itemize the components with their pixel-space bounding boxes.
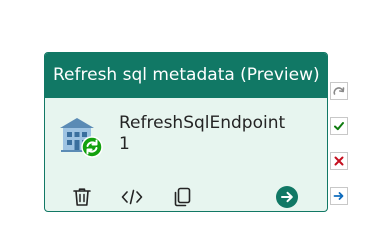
on-failure-connector[interactable] (330, 152, 348, 170)
view-code-button[interactable] (119, 184, 145, 210)
code-icon (121, 189, 143, 205)
skip-arrow-icon (333, 87, 345, 95)
sql-endpoint-refresh-icon (60, 118, 103, 158)
activity-card[interactable]: Refresh sql metadata (Preview) RefreshSq (44, 52, 328, 212)
activity-name: RefreshSqlEndpoint 1 (119, 113, 286, 154)
trash-icon (73, 188, 91, 206)
on-skip-connector[interactable] (330, 82, 348, 100)
activity-title: Refresh sql metadata (Preview) (45, 53, 327, 98)
on-completion-connector[interactable] (330, 187, 348, 205)
copy-button[interactable] (169, 184, 195, 210)
go-to-activity-button[interactable] (274, 184, 300, 210)
arrow-right-circle-icon (276, 186, 298, 208)
on-success-connector[interactable] (330, 117, 348, 135)
delete-button[interactable] (69, 184, 95, 210)
activity-body: RefreshSqlEndpoint 1 (45, 98, 327, 211)
copy-icon (174, 187, 191, 207)
pipeline-canvas: Refresh sql metadata (Preview) RefreshSq (0, 0, 387, 246)
cross-icon (334, 156, 344, 166)
checkmark-icon (334, 122, 344, 131)
completion-arrow-icon (333, 192, 344, 200)
